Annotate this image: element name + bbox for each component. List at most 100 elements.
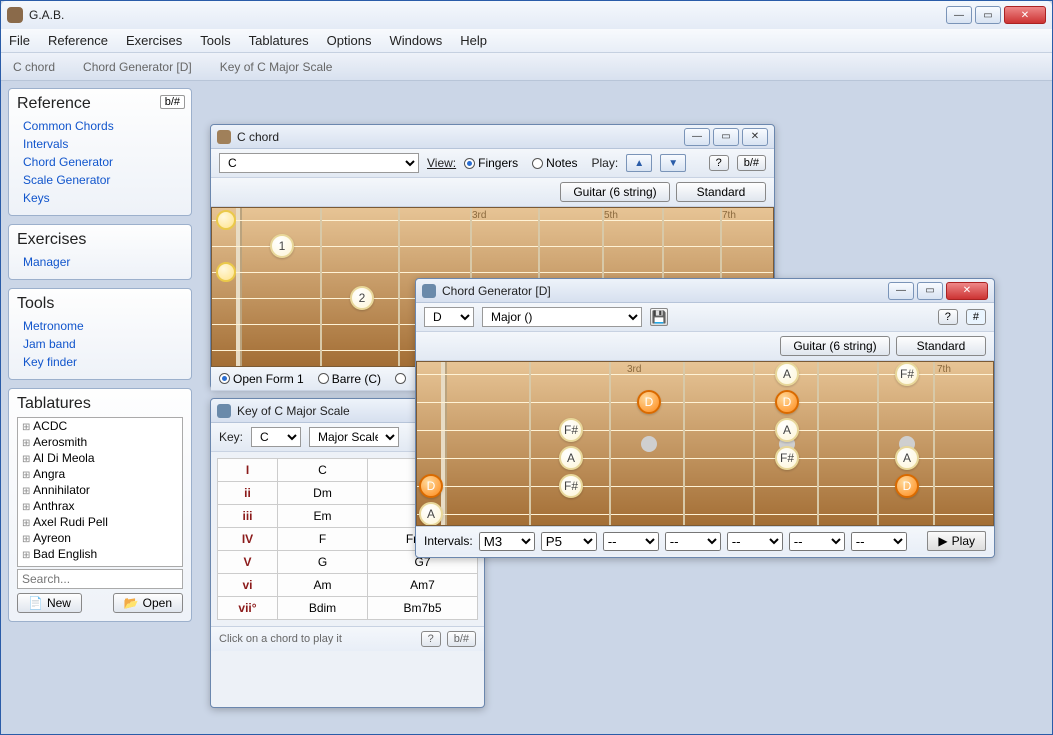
tab-item[interactable]: Axel Rudi Pell bbox=[18, 514, 182, 530]
link-manager[interactable]: Manager bbox=[17, 253, 183, 271]
tab-item[interactable]: Bad English bbox=[18, 546, 182, 562]
cchord-bsharp[interactable]: b/# bbox=[737, 155, 766, 171]
tab-item[interactable]: Ayreon bbox=[18, 530, 182, 546]
view-notes-radio[interactable]: Notes bbox=[532, 156, 577, 170]
chordgen-min[interactable]: — bbox=[888, 282, 914, 300]
interval-4[interactable]: -- bbox=[665, 532, 721, 551]
panel-exercises: Exercises Manager bbox=[8, 224, 192, 280]
cchord-max[interactable]: ▭ bbox=[713, 128, 739, 146]
interval-3[interactable]: -- bbox=[603, 532, 659, 551]
menu-reference[interactable]: Reference bbox=[48, 33, 108, 48]
chordgen-tuning[interactable]: Standard bbox=[896, 336, 986, 356]
tab-item[interactable]: Annihilator bbox=[18, 482, 182, 498]
scale-bsharp[interactable]: b/# bbox=[447, 631, 476, 647]
intervals-label: Intervals: bbox=[424, 534, 473, 548]
key-label: Key: bbox=[219, 430, 243, 444]
close-button[interactable]: ✕ bbox=[1004, 6, 1046, 24]
finger-1: 1 bbox=[270, 234, 294, 258]
interval-7[interactable]: -- bbox=[851, 532, 907, 551]
tab-item[interactable]: Angra bbox=[18, 466, 182, 482]
tablatures-search[interactable] bbox=[17, 569, 183, 589]
app-title: G.A.B. bbox=[29, 8, 946, 22]
note-marker: A bbox=[895, 446, 919, 470]
view-label: View: bbox=[427, 156, 456, 170]
scale-help[interactable]: ? bbox=[421, 631, 441, 647]
save-icon[interactable]: 💾 bbox=[650, 308, 668, 326]
tab-item[interactable]: ACDC bbox=[18, 418, 182, 434]
play-up[interactable]: ▲ bbox=[626, 154, 652, 172]
link-scale-generator[interactable]: Scale Generator bbox=[17, 171, 183, 189]
cchord-root-select[interactable]: C bbox=[219, 153, 419, 173]
interval-2[interactable]: P5 bbox=[541, 532, 597, 551]
tab-item[interactable]: Aerosmith bbox=[18, 434, 182, 450]
chordgen-max[interactable]: ▭ bbox=[917, 282, 943, 300]
open-form-radio[interactable]: Open Form 1 bbox=[219, 372, 304, 386]
new-button[interactable]: 📄 New bbox=[17, 593, 82, 613]
open-button[interactable]: 📂 Open bbox=[113, 593, 183, 613]
cchord-min[interactable]: — bbox=[684, 128, 710, 146]
exercises-title: Exercises bbox=[17, 231, 183, 249]
panel-tools: Tools Metronome Jam band Key finder bbox=[8, 288, 192, 380]
menu-exercises[interactable]: Exercises bbox=[126, 33, 182, 48]
link-key-finder[interactable]: Key finder bbox=[17, 353, 183, 371]
chordgen-instrument[interactable]: Guitar (6 string) bbox=[780, 336, 890, 356]
tab-scale[interactable]: Key of C Major Scale bbox=[220, 60, 333, 74]
barre-radio[interactable]: Barre (C) bbox=[318, 372, 381, 386]
intervals-row: Intervals: M3 P5 -- -- -- -- -- ▶ Play bbox=[416, 526, 994, 555]
maximize-button[interactable]: ▭ bbox=[975, 6, 1001, 24]
note-marker: D bbox=[419, 474, 443, 498]
table-row: viAmAm7 bbox=[218, 574, 478, 597]
link-keys[interactable]: Keys bbox=[17, 189, 183, 207]
tab-item[interactable]: Anthrax bbox=[18, 498, 182, 514]
reference-title: Reference bbox=[17, 95, 183, 113]
menu-file[interactable]: File bbox=[9, 33, 30, 48]
menu-tablatures[interactable]: Tablatures bbox=[249, 33, 309, 48]
menu-help[interactable]: Help bbox=[460, 33, 487, 48]
tab-chordgen[interactable]: Chord Generator [D] bbox=[83, 60, 192, 74]
cchord-tuning[interactable]: Standard bbox=[676, 182, 766, 202]
link-jam-band[interactable]: Jam band bbox=[17, 335, 183, 353]
fret3-label: 3rd bbox=[472, 210, 486, 221]
bsharp-toggle[interactable]: b/# bbox=[160, 95, 185, 109]
note-marker: F# bbox=[775, 446, 799, 470]
cchord-instrument[interactable]: Guitar (6 string) bbox=[560, 182, 670, 202]
view-fingers-radio[interactable]: Fingers bbox=[464, 156, 518, 170]
chordgen-quality-select[interactable]: Major () bbox=[482, 307, 642, 327]
cchord-close[interactable]: ✕ bbox=[742, 128, 768, 146]
cchord-help[interactable]: ? bbox=[709, 155, 729, 171]
menu-windows[interactable]: Windows bbox=[389, 33, 442, 48]
chordgen-close[interactable]: ✕ bbox=[946, 282, 988, 300]
menu-options[interactable]: Options bbox=[327, 33, 372, 48]
link-chord-generator[interactable]: Chord Generator bbox=[17, 153, 183, 171]
chordgen-fretboard[interactable]: 3rd 7th DAF#AF#DF#ADAF#AD bbox=[416, 361, 994, 526]
extra-radio[interactable] bbox=[395, 373, 406, 384]
tab-cchord[interactable]: C chord bbox=[13, 60, 55, 74]
interval-1[interactable]: M3 bbox=[479, 532, 535, 551]
play-down[interactable]: ▼ bbox=[660, 154, 686, 172]
link-metronome[interactable]: Metronome bbox=[17, 317, 183, 335]
link-intervals[interactable]: Intervals bbox=[17, 135, 183, 153]
interval-5[interactable]: -- bbox=[727, 532, 783, 551]
play-button[interactable]: ▶ Play bbox=[927, 531, 986, 551]
open-string bbox=[216, 262, 236, 282]
gen-fret7: 7th bbox=[937, 364, 951, 375]
mode-select[interactable]: Major Scale bbox=[309, 427, 399, 447]
tablatures-list[interactable]: ACDC Aerosmith Al Di Meola Angra Annihil… bbox=[17, 417, 183, 567]
open-string bbox=[216, 210, 236, 230]
link-common-chords[interactable]: Common Chords bbox=[17, 117, 183, 135]
cchord-icon bbox=[217, 130, 231, 144]
chordgen-sharp[interactable]: # bbox=[966, 309, 986, 325]
note-marker: D bbox=[637, 390, 661, 414]
panel-reference: b/# Reference Common Chords Intervals Ch… bbox=[8, 88, 192, 216]
panel-tablatures: Tablatures ACDC Aerosmith Al Di Meola An… bbox=[8, 388, 192, 622]
tab-item[interactable]: Al Di Meola bbox=[18, 450, 182, 466]
chordgen-help[interactable]: ? bbox=[938, 309, 958, 325]
chordgen-root-select[interactable]: D bbox=[424, 307, 474, 327]
minimize-button[interactable]: — bbox=[946, 6, 972, 24]
menu-tools[interactable]: Tools bbox=[200, 33, 230, 48]
note-marker: D bbox=[775, 390, 799, 414]
note-marker: F# bbox=[895, 362, 919, 386]
key-select[interactable]: C bbox=[251, 427, 301, 447]
note-marker: F# bbox=[559, 418, 583, 442]
interval-6[interactable]: -- bbox=[789, 532, 845, 551]
